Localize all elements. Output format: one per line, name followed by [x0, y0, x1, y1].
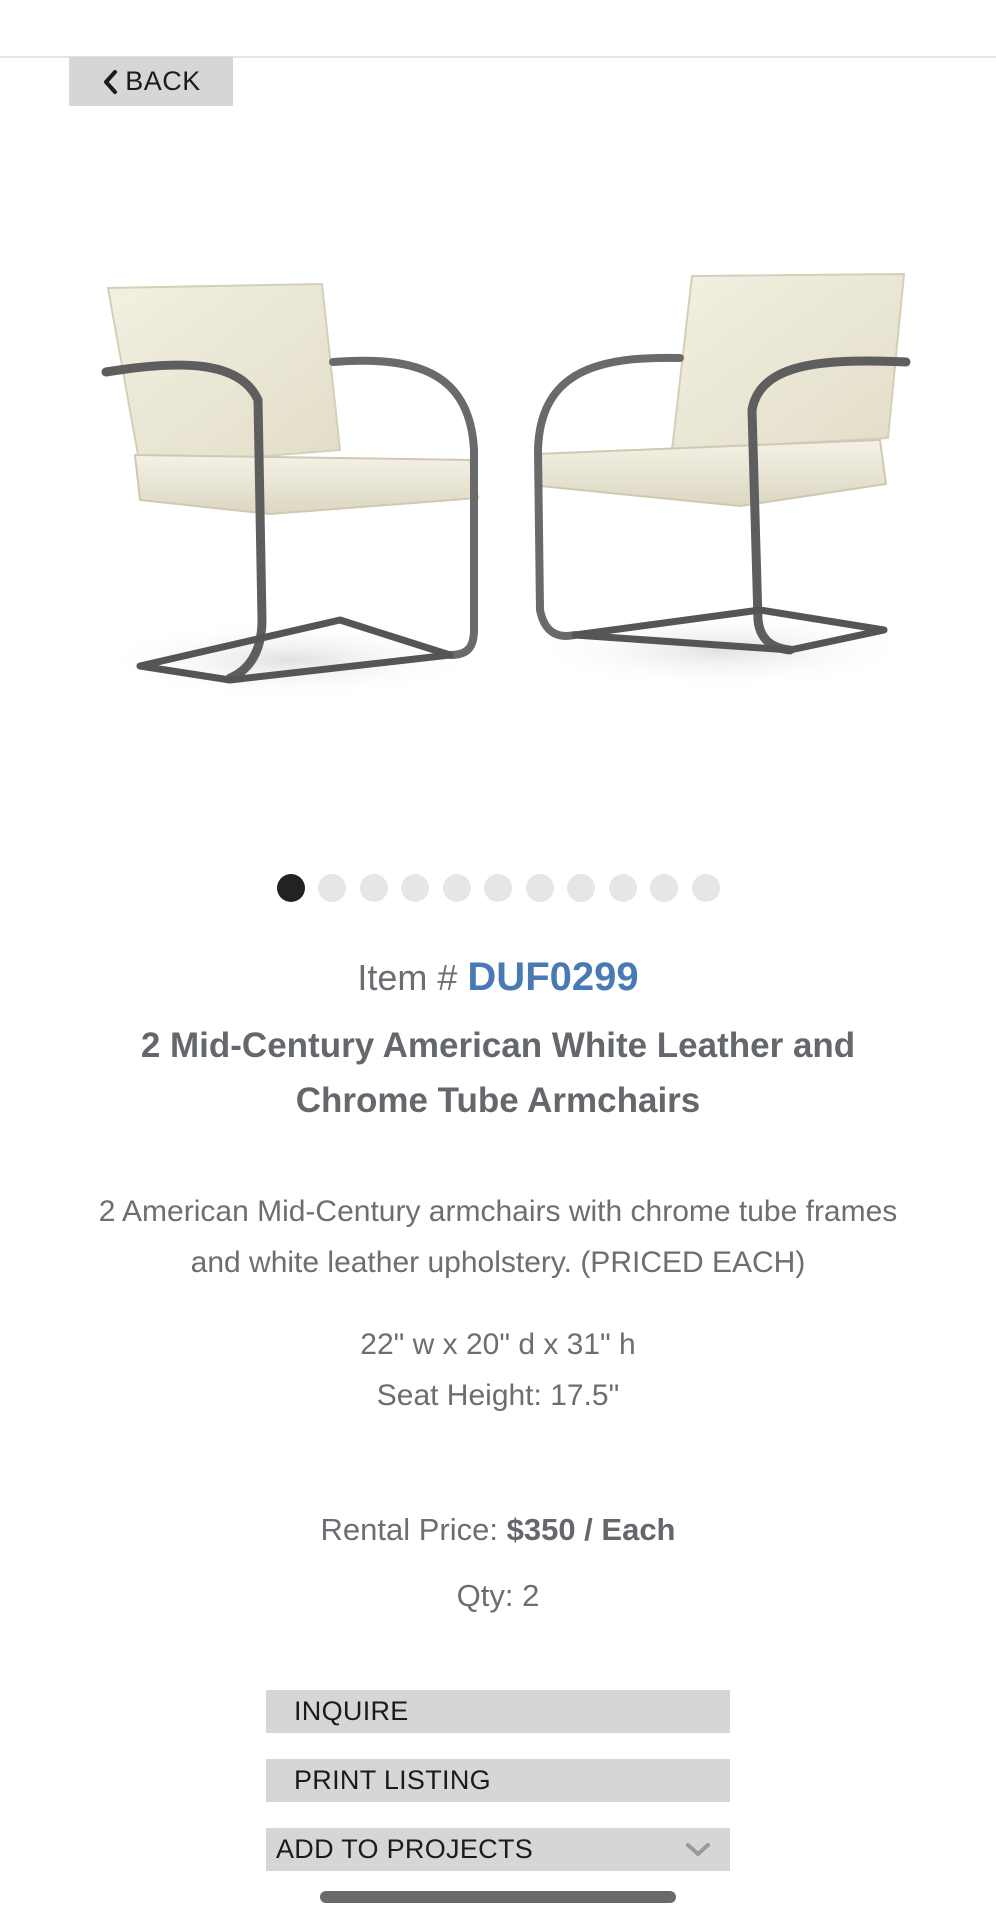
- armchairs-photo: [100, 272, 911, 700]
- carousel-dot[interactable]: [650, 874, 678, 902]
- carousel-dots: [0, 874, 996, 902]
- carousel-dot[interactable]: [608, 874, 637, 902]
- item-number: Item # DUF0299: [0, 955, 996, 1000]
- inquire-button[interactable]: INQUIRE: [266, 1690, 730, 1733]
- seat-height: Seat Height: 17.5": [376, 1379, 620, 1412]
- product-dimensions: 22" w x 20" d x 31" h: [360, 1328, 636, 1361]
- back-button-label: BACK: [125, 66, 201, 96]
- product-title: 2 Mid-Century American White Leather and…: [140, 1026, 856, 1120]
- rental-price-label: Rental Price:: [320, 1512, 498, 1547]
- home-indicator[interactable]: [320, 1891, 676, 1903]
- carousel-dot[interactable]: [359, 874, 388, 902]
- carousel-dot[interactable]: [442, 874, 471, 902]
- print-listing-button-label: PRINT LISTING: [294, 1765, 491, 1795]
- print-listing-button[interactable]: PRINT LISTING: [266, 1759, 730, 1802]
- carousel-dot[interactable]: [276, 874, 305, 902]
- product-dimensions-block: 22" w x 20" d x 31" h Seat Height: 17.5": [0, 1319, 996, 1421]
- back-button[interactable]: BACK: [69, 57, 233, 106]
- carousel-dot[interactable]: [691, 874, 720, 902]
- carousel-dot[interactable]: [525, 874, 554, 902]
- product-description: 2 American Mid-Century armchairs with ch…: [98, 1195, 898, 1279]
- carousel-dot[interactable]: [318, 874, 346, 902]
- add-to-projects-label: ADD TO PROJECTS: [276, 1834, 534, 1864]
- carousel-dot[interactable]: [567, 874, 595, 902]
- rental-price: Rental Price: $350 / Each: [0, 1512, 996, 1548]
- item-number-prefix: Item #: [357, 957, 458, 998]
- carousel-dot[interactable]: [401, 874, 429, 902]
- product-detail-page: BACK Item # DUF0299 2 Mid-Century Americ…: [0, 0, 996, 1920]
- inquire-button-label: INQUIRE: [294, 1696, 409, 1726]
- product-image[interactable]: [0, 150, 996, 770]
- chevron-down-icon: [686, 1842, 710, 1856]
- quantity: Qty: 2: [456, 1578, 540, 1613]
- rental-price-value: $350 / Each: [506, 1512, 676, 1547]
- chevron-left-icon: [104, 69, 118, 94]
- item-code: DUF0299: [467, 955, 639, 999]
- add-to-projects-dropdown[interactable]: ADD TO PROJECTS: [266, 1828, 730, 1871]
- carousel-dot[interactable]: [484, 874, 512, 902]
